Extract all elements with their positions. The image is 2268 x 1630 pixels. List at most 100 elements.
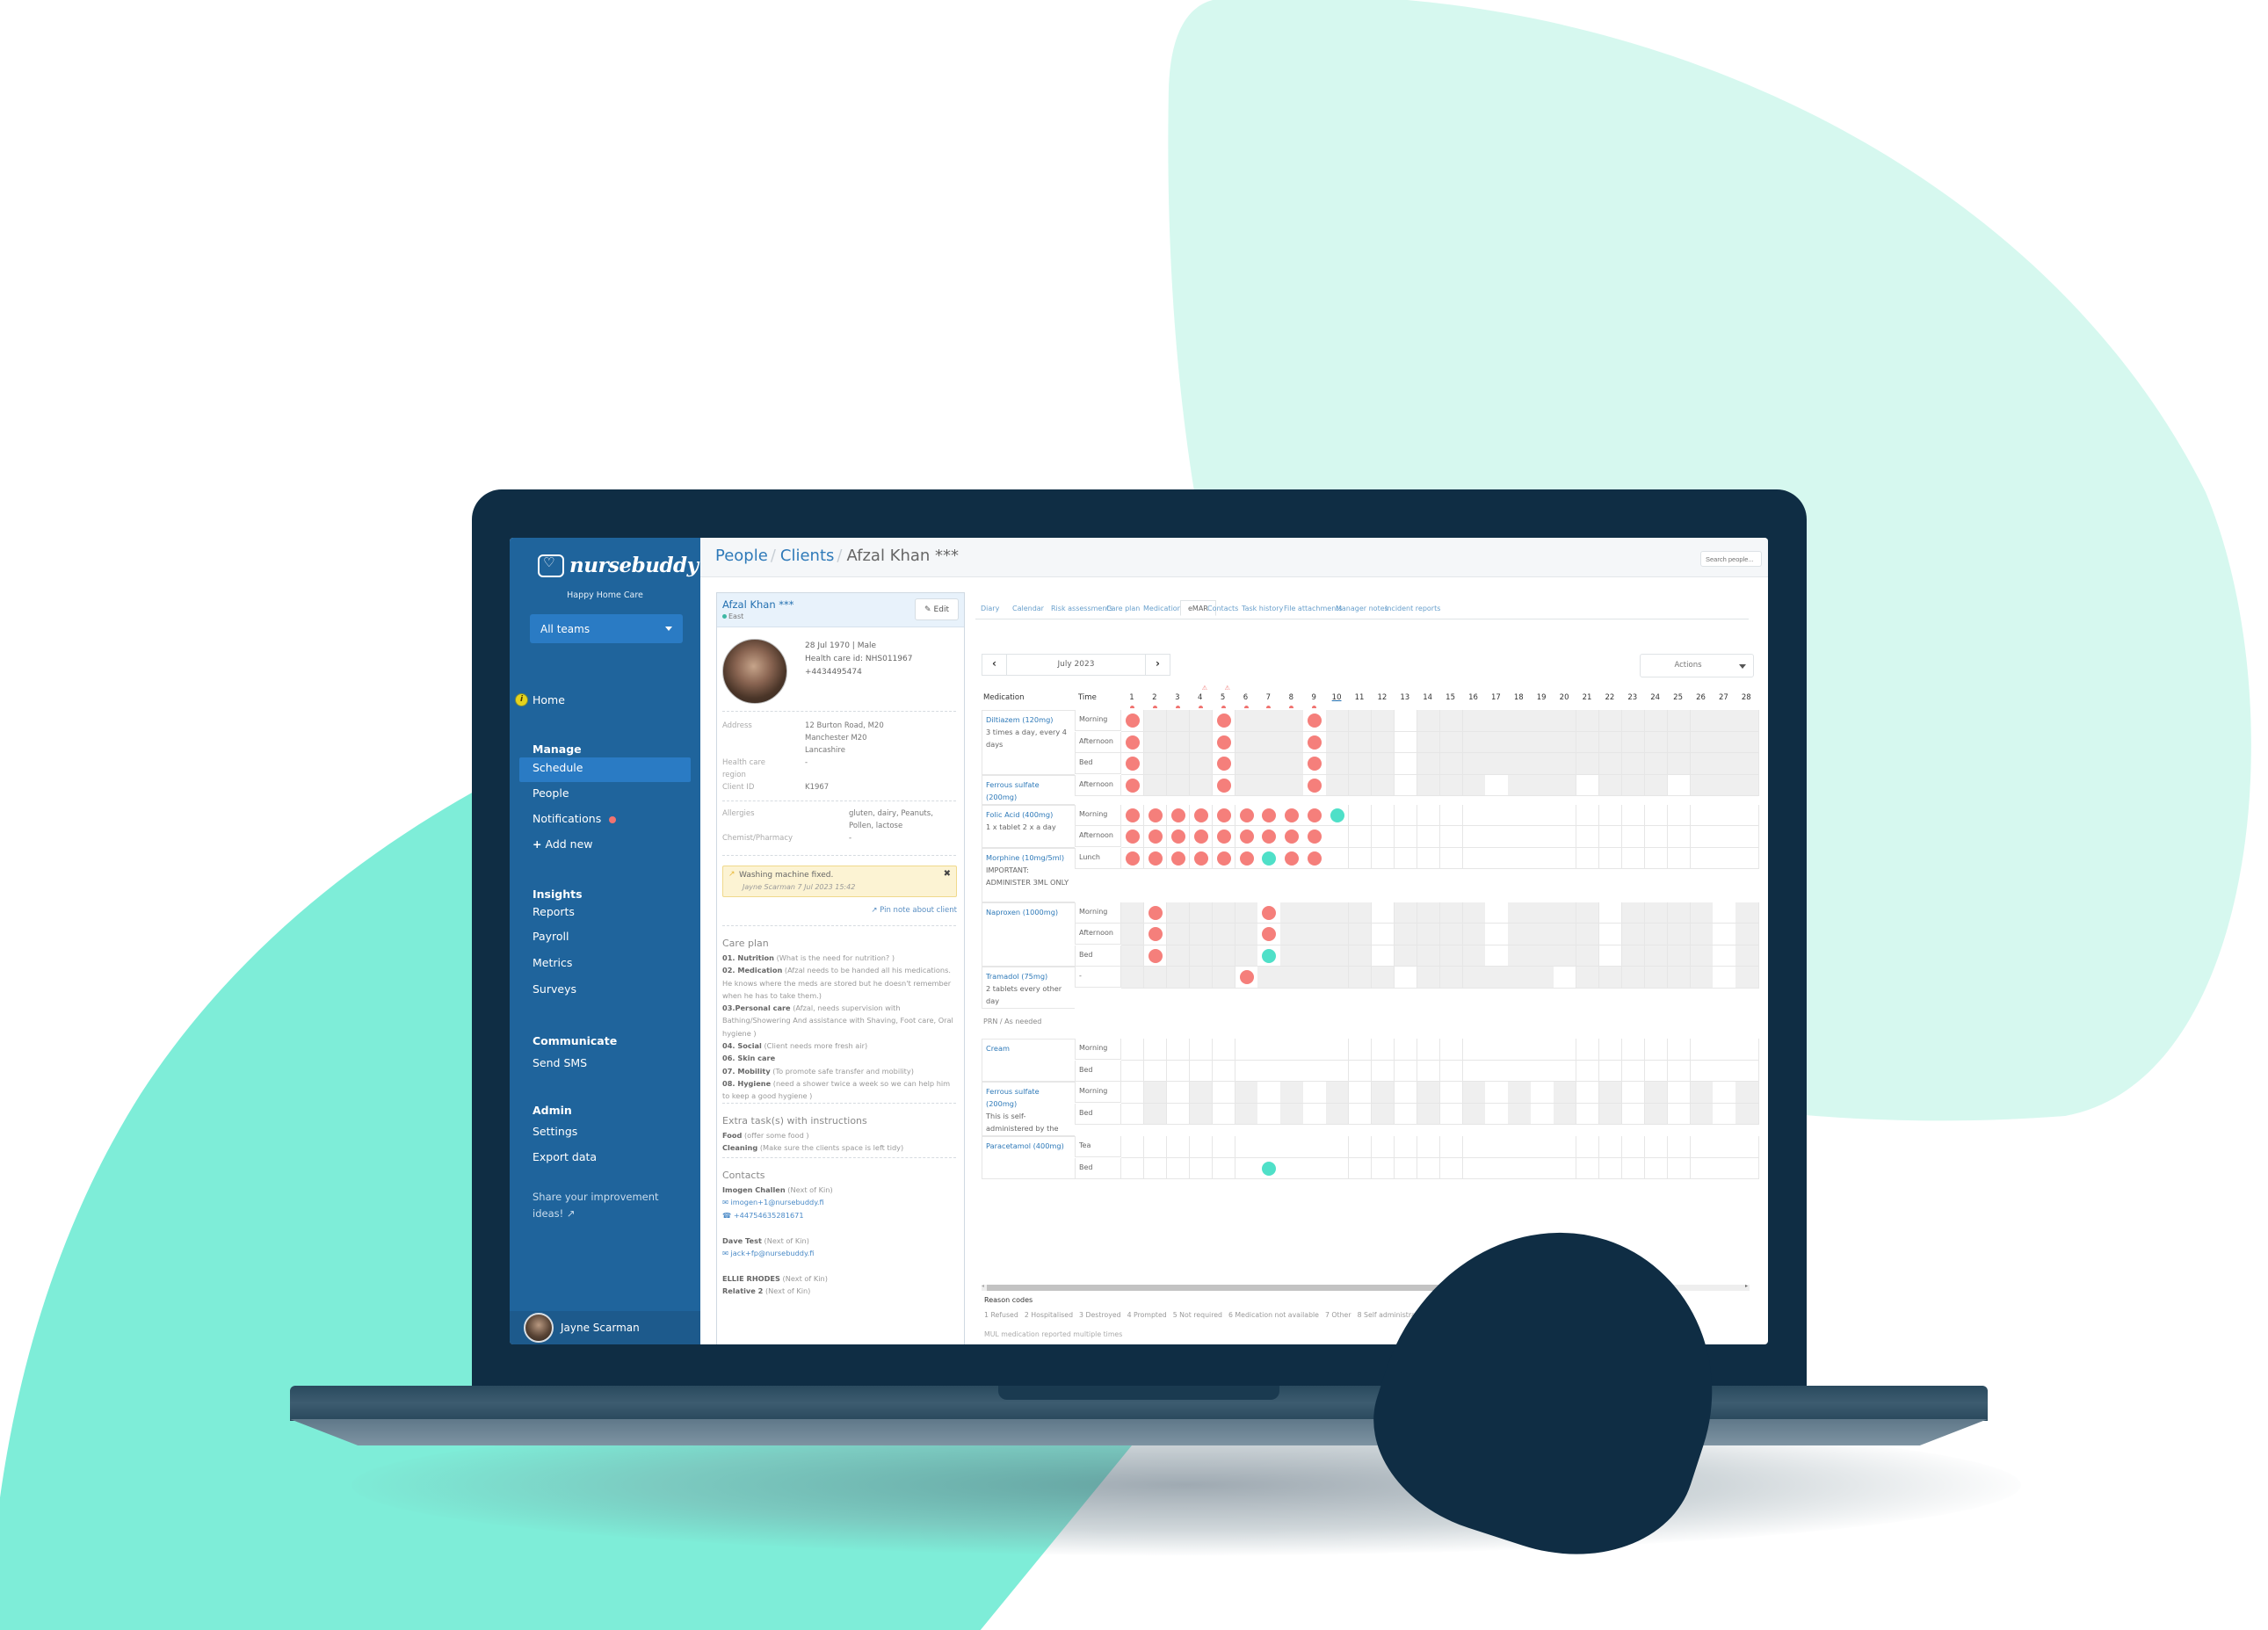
brand-logo[interactable]: nursebuddy — [538, 554, 699, 577]
emar-day-cell[interactable] — [1462, 804, 1486, 826]
emar-day-cell[interactable] — [1417, 902, 1441, 924]
emar-day-cell[interactable] — [1713, 902, 1736, 924]
emar-day-cell[interactable] — [1212, 945, 1235, 967]
emar-day-cell[interactable] — [1143, 967, 1168, 989]
tab-task-history[interactable]: Task history — [1242, 605, 1283, 612]
emar-day-cell[interactable] — [1439, 826, 1463, 848]
emar-day-cell[interactable] — [1394, 967, 1418, 989]
emar-day-cell[interactable] — [1349, 753, 1373, 775]
sidebar-item-payroll[interactable]: Payroll — [533, 930, 569, 943]
emar-day-cell[interactable] — [1713, 1039, 1736, 1061]
emar-day-cell[interactable] — [1326, 945, 1350, 967]
emar-day-cell[interactable] — [1303, 1082, 1327, 1104]
emar-day-cell[interactable] — [1485, 924, 1509, 945]
breadcrumb-clients[interactable]: Clients — [780, 547, 835, 565]
emar-day-cell[interactable] — [1280, 945, 1304, 967]
emar-day-cell[interactable] — [1644, 826, 1669, 848]
emar-day-cell[interactable] — [1235, 826, 1258, 848]
emar-day-cell[interactable] — [1166, 1060, 1191, 1082]
emar-day-cell[interactable] — [1303, 847, 1327, 869]
emar-day-cell[interactable] — [1394, 1103, 1418, 1125]
emar-day-cell[interactable] — [1439, 753, 1463, 775]
emar-day-cell[interactable] — [1531, 710, 1554, 732]
emar-day-cell[interactable] — [1462, 924, 1486, 945]
emar-day-cell[interactable] — [1303, 945, 1327, 967]
emar-day-cell[interactable] — [1576, 1082, 1600, 1104]
emar-day-cell[interactable] — [1371, 710, 1395, 732]
tab-care-plan[interactable]: Care plan — [1106, 605, 1140, 612]
emar-day-cell[interactable] — [1257, 945, 1281, 967]
emar-day-cell[interactable] — [1326, 804, 1350, 826]
emar-day-cell[interactable] — [1508, 924, 1532, 945]
emar-day-cell[interactable] — [1166, 1136, 1191, 1158]
emar-day-cell[interactable] — [1349, 804, 1373, 826]
emar-day-cell[interactable] — [1667, 1060, 1691, 1082]
emar-day-cell[interactable] — [1667, 945, 1691, 967]
emar-day-cell[interactable] — [1508, 1157, 1532, 1179]
emar-day-cell[interactable] — [1667, 1082, 1691, 1104]
emar-day-cell[interactable] — [1212, 826, 1235, 848]
emar-day-cell[interactable] — [1166, 710, 1191, 732]
emar-day-cell[interactable] — [1326, 1136, 1350, 1158]
emar-day-cell[interactable] — [1349, 1136, 1373, 1158]
emar-day-cell[interactable] — [1576, 945, 1600, 967]
emar-day-cell[interactable] — [1621, 1039, 1646, 1061]
emar-day-cell[interactable] — [1576, 710, 1600, 732]
emar-day-cell[interactable] — [1554, 924, 1577, 945]
emar-day-cell[interactable] — [1462, 1039, 1486, 1061]
emar-day-cell[interactable] — [1121, 847, 1145, 869]
edit-button[interactable]: ✎ Edit — [915, 598, 959, 620]
emar-day-cell[interactable] — [1508, 1039, 1532, 1061]
emar-day-cell[interactable] — [1326, 967, 1350, 989]
emar-day-cell[interactable] — [1394, 1060, 1418, 1082]
emar-day-cell[interactable] — [1598, 847, 1623, 869]
emar-day-cell[interactable] — [1439, 774, 1463, 796]
emar-day-cell[interactable] — [1235, 902, 1258, 924]
emar-day-cell[interactable] — [1371, 1039, 1395, 1061]
emar-day-cell[interactable] — [1554, 967, 1577, 989]
emar-day-cell[interactable] — [1235, 1157, 1258, 1179]
emar-day-cell[interactable] — [1621, 1157, 1646, 1179]
emar-day-cell[interactable] — [1417, 804, 1441, 826]
emar-day-cell[interactable] — [1371, 1136, 1395, 1158]
emar-day-cell[interactable] — [1189, 1060, 1214, 1082]
emar-day-cell[interactable] — [1326, 774, 1350, 796]
emar-day-cell[interactable] — [1713, 945, 1736, 967]
emar-day-cell[interactable] — [1508, 753, 1532, 775]
emar-day-cell[interactable] — [1644, 1082, 1669, 1104]
emar-day-cell[interactable] — [1690, 753, 1714, 775]
emar-day-cell[interactable] — [1394, 1136, 1418, 1158]
emar-day-cell[interactable] — [1667, 924, 1691, 945]
emar-day-cell[interactable] — [1621, 847, 1646, 869]
emar-day-cell[interactable] — [1166, 967, 1191, 989]
emar-day-cell[interactable] — [1690, 804, 1714, 826]
emar-day-cell[interactable] — [1735, 945, 1759, 967]
emar-day-cell[interactable] — [1189, 1103, 1214, 1125]
emar-day-cell[interactable] — [1508, 710, 1532, 732]
emar-day-cell[interactable] — [1690, 1136, 1714, 1158]
emar-day-cell[interactable] — [1257, 1157, 1281, 1179]
emar-day-cell[interactable] — [1598, 774, 1623, 796]
emar-day-cell[interactable] — [1531, 1082, 1554, 1104]
emar-day-cell[interactable] — [1166, 945, 1191, 967]
emar-day-cell[interactable] — [1576, 1039, 1600, 1061]
emar-day-cell[interactable] — [1667, 774, 1691, 796]
emar-day-cell[interactable] — [1326, 847, 1350, 869]
emar-day-cell[interactable] — [1439, 1103, 1463, 1125]
sidebar-item-send-sms[interactable]: Send SMS — [533, 1056, 587, 1069]
emar-day-cell[interactable] — [1667, 731, 1691, 753]
emar-day-cell[interactable] — [1713, 1157, 1736, 1179]
emar-day-cell[interactable] — [1143, 1039, 1168, 1061]
emar-day-cell[interactable] — [1667, 847, 1691, 869]
emar-day-cell[interactable] — [1439, 902, 1463, 924]
emar-day-cell[interactable] — [1371, 804, 1395, 826]
emar-day-cell[interactable] — [1531, 774, 1554, 796]
emar-day-cell[interactable] — [1667, 1157, 1691, 1179]
emar-day-cell[interactable] — [1462, 945, 1486, 967]
emar-day-cell[interactable] — [1735, 1157, 1759, 1179]
emar-day-cell[interactable] — [1212, 1157, 1235, 1179]
emar-day-cell[interactable] — [1417, 924, 1441, 945]
emar-day-cell[interactable] — [1439, 924, 1463, 945]
emar-day-cell[interactable] — [1531, 731, 1554, 753]
emar-day-cell[interactable] — [1531, 804, 1554, 826]
